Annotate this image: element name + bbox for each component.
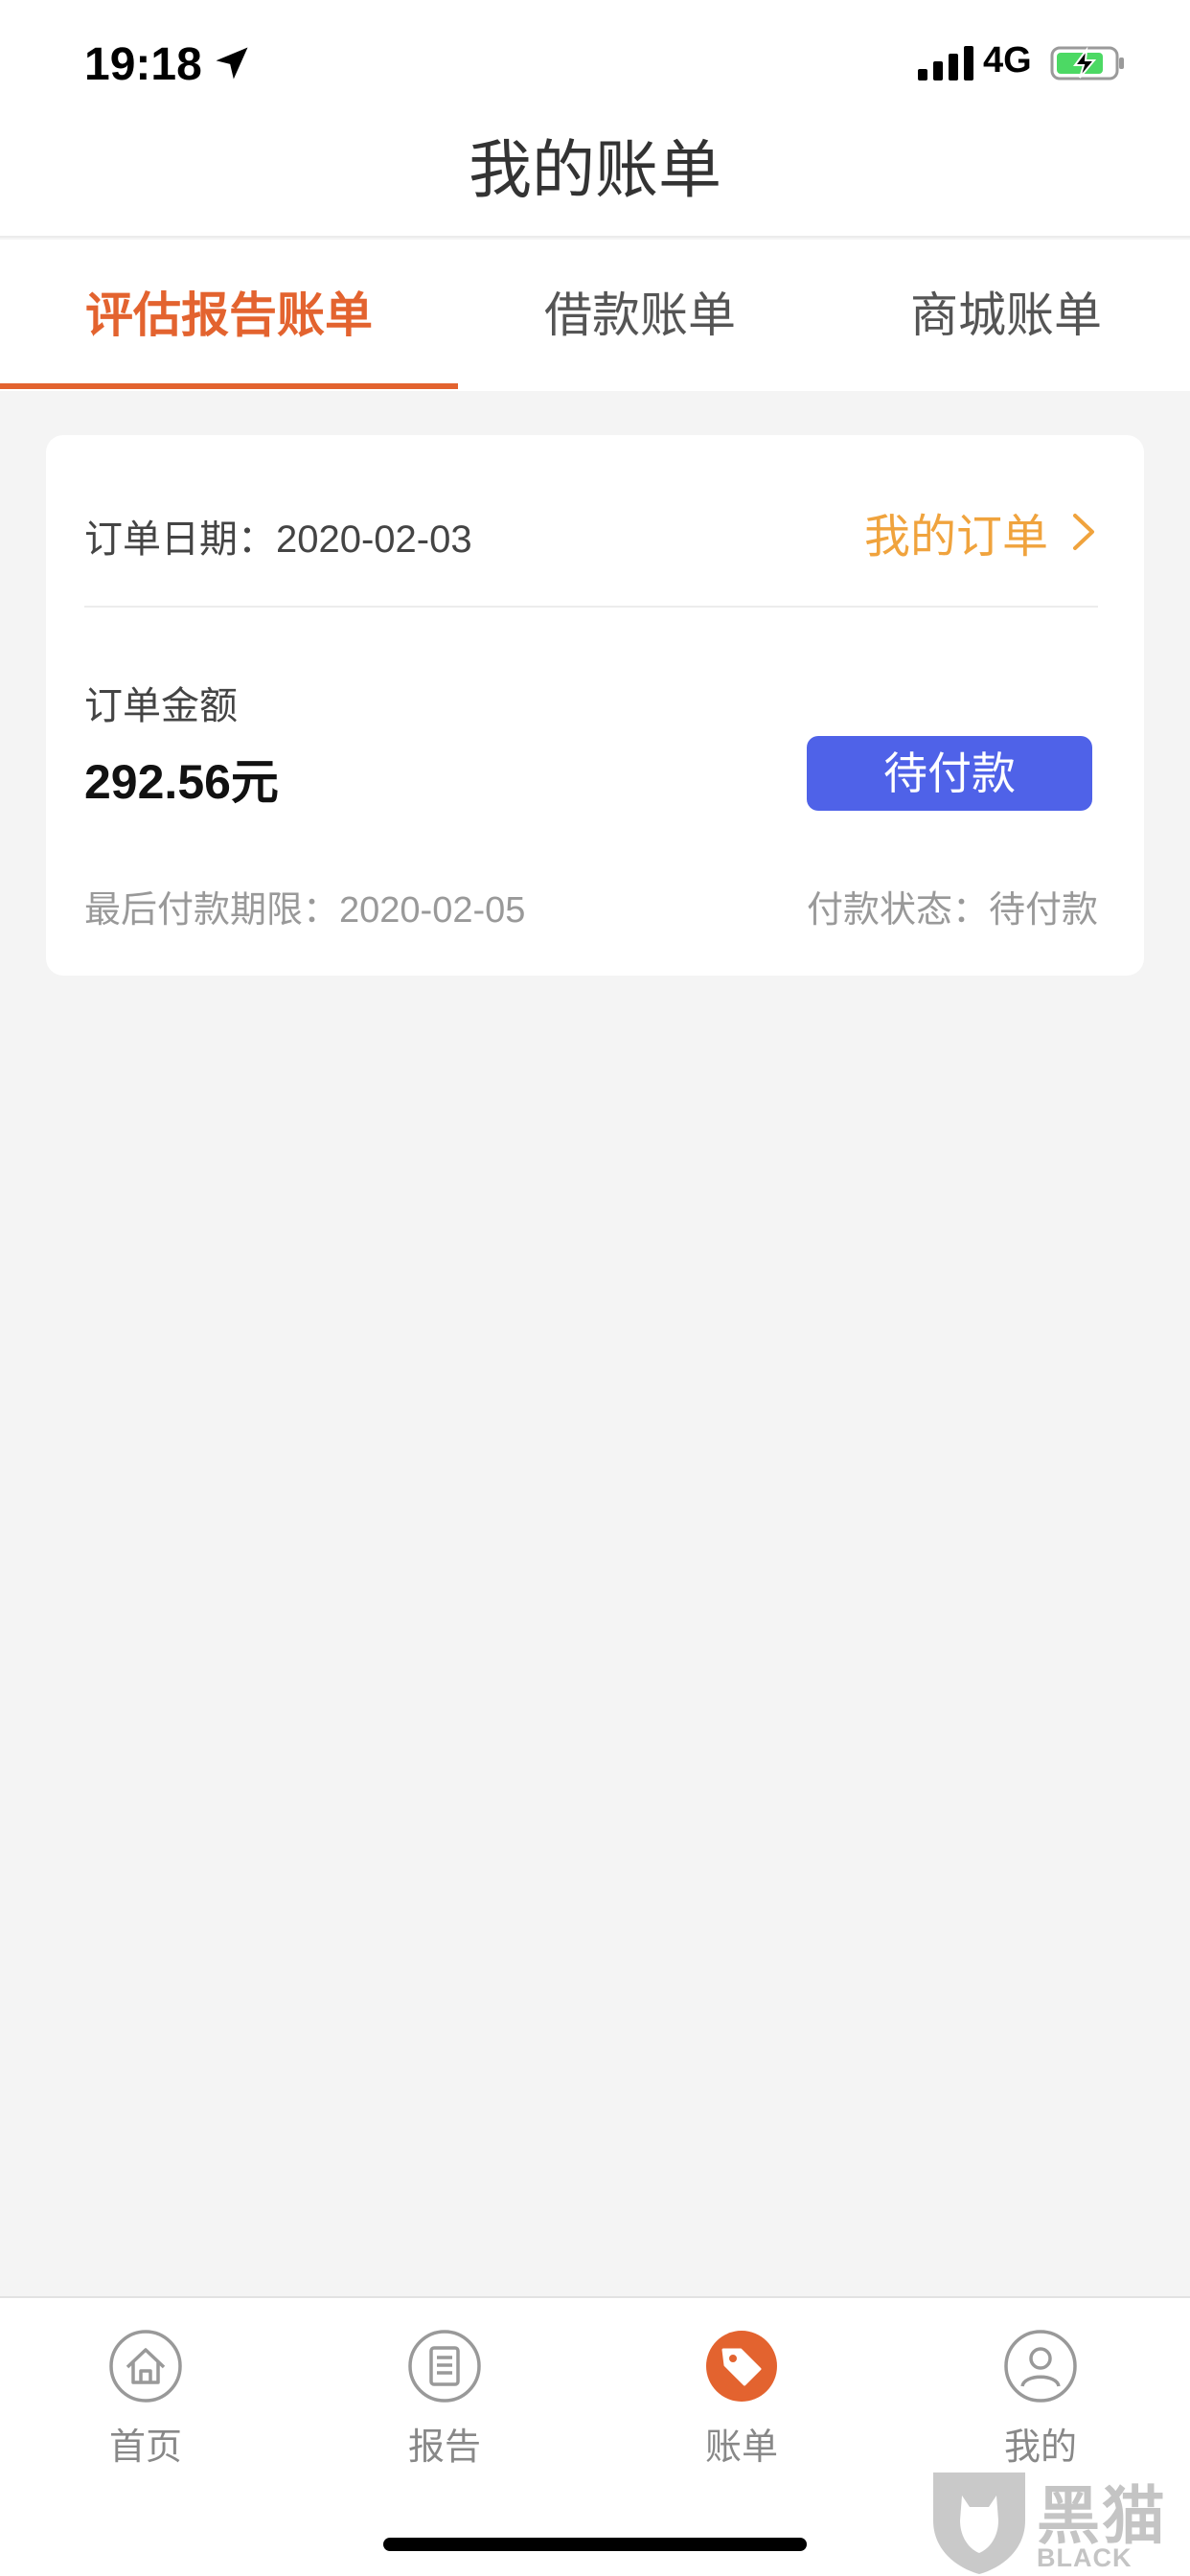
status-label: 付款状态：: [806, 890, 989, 931]
payment-deadline: 最后付款期限：2020-02-05: [84, 880, 525, 932]
page-title: 我的账单: [469, 134, 721, 205]
deadline-label: 最后付款期限：: [84, 890, 340, 931]
nav-label-report: 报告: [407, 2427, 481, 2468]
my-orders-label: 我的订单: [863, 512, 1048, 563]
tab-assessment-report-bill[interactable]: 评估报告账单: [0, 240, 458, 391]
signal-bars-icon: [918, 46, 973, 80]
order-date-value: 2020-02-03: [276, 518, 472, 561]
card-divider: [84, 606, 1098, 608]
network-type: 4G: [983, 40, 1032, 80]
home-indicator[interactable]: [383, 2538, 807, 2551]
status-value: 待付款: [988, 890, 1098, 931]
bill-card: 订单日期：2020-02-03 我的订单 订单金额 292.56元 待付款 最后…: [46, 435, 1144, 976]
nav-label-home: 首页: [108, 2427, 182, 2468]
amount-value: 292.56元: [84, 755, 279, 809]
payment-status: 付款状态：待付款: [807, 880, 1098, 932]
pay-pending-button[interactable]: 待付款: [807, 736, 1092, 811]
black-cat-watermark: 黑猫 BLACK CAT: [927, 2463, 1190, 2576]
cat-shield-logo-icon: [933, 2472, 1025, 2574]
header-bar: 我的账单: [0, 96, 1190, 238]
nav-label-profile: 我的: [1003, 2427, 1077, 2468]
tab-mall-bill[interactable]: 商城账单: [822, 240, 1190, 391]
profile-icon: [1004, 2330, 1077, 2403]
home-icon: [109, 2330, 182, 2403]
order-date-label: 订单日期：: [84, 518, 276, 561]
bill-tag-icon: [706, 2331, 777, 2402]
location-arrow-icon: [216, 47, 248, 80]
order-date: 订单日期：2020-02-03: [84, 508, 472, 564]
amount-label: 订单金额: [84, 685, 238, 727]
nav-label-bill: 账单: [704, 2427, 778, 2468]
active-tab-indicator: [0, 383, 458, 389]
status-time: 19:18: [84, 39, 202, 90]
nav-item-profile[interactable]: 我的: [945, 2329, 1136, 2470]
nav-item-report[interactable]: 报告: [349, 2329, 540, 2470]
watermark-text-en: BLACK CAT: [1037, 2543, 1133, 2576]
nav-item-bill[interactable]: 账单: [646, 2329, 837, 2470]
battery-charging-icon: [1050, 46, 1124, 80]
report-icon: [408, 2330, 481, 2403]
deadline-value: 2020-02-05: [339, 890, 526, 931]
my-orders-link[interactable]: 我的订单: [864, 498, 1098, 565]
tab-loan-bill[interactable]: 借款账单: [458, 240, 822, 391]
chevron-right-icon: [1073, 514, 1094, 550]
nav-item-home[interactable]: 首页: [50, 2329, 241, 2470]
bill-tabs: 评估报告账单 借款账单 商城账单: [0, 240, 1190, 391]
